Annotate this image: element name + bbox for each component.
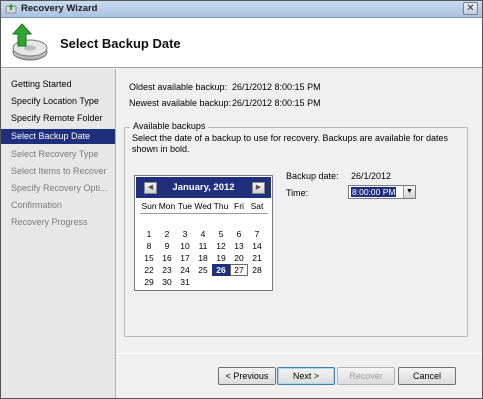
calendar-day[interactable]: 14 xyxy=(248,240,266,252)
backup-restore-icon xyxy=(11,23,48,61)
step-select-items-to-recover: Select Items to Recover xyxy=(11,166,107,176)
calendar-day-of-week: Sun xyxy=(141,201,157,211)
calendar-day[interactable]: 3 xyxy=(176,228,194,240)
calendar-day[interactable]: 11 xyxy=(194,240,212,252)
step-select-recovery-type: Select Recovery Type xyxy=(11,149,99,159)
chevron-down-icon[interactable]: ▼ xyxy=(403,186,415,198)
calendar-day[interactable]: 8 xyxy=(140,240,158,252)
previous-button[interactable]: < Previous xyxy=(218,367,276,385)
calendar-day[interactable]: 30 xyxy=(158,276,176,288)
calendar-day[interactable]: 23 xyxy=(158,264,176,276)
close-button[interactable]: ✕ xyxy=(463,2,478,15)
calendar-day[interactable]: 25 xyxy=(194,264,212,276)
newest-backup-value: 26/1/2012 8:00:15 PM xyxy=(232,98,321,108)
calendar-day[interactable]: 21 xyxy=(248,252,266,264)
oldest-backup-label: Oldest available backup: xyxy=(129,82,228,92)
calendar-day[interactable]: 27 xyxy=(230,264,248,276)
backup-date-value: 26/1/2012 xyxy=(351,171,392,181)
calendar-header: ◀ January, 2012 ▶ xyxy=(136,177,271,198)
calendar-day-selected[interactable]: 26 xyxy=(212,264,230,276)
recover-button: Recover xyxy=(337,367,395,385)
cancel-button[interactable]: Cancel xyxy=(398,367,456,385)
title-bar[interactable]: Recovery Wizard ✕ xyxy=(1,1,482,18)
calendar-month-title[interactable]: January, 2012 xyxy=(136,182,271,193)
calendar-day[interactable]: 6 xyxy=(230,228,248,240)
calendar-day[interactable]: 18 xyxy=(194,252,212,264)
step-select-backup-date[interactable]: Select Backup Date xyxy=(1,129,115,144)
oldest-backup-value: 26/1/2012 8:00:15 PM xyxy=(232,82,321,92)
close-icon: ✕ xyxy=(466,3,475,14)
backup-calendar[interactable]: ◀ January, 2012 ▶ Sun Mon Tue Wed Thu Fri Sat … xyxy=(134,175,273,291)
step-confirmation: Confirmation xyxy=(11,200,63,210)
step-specify-recovery-options: Specify Recovery Opti... xyxy=(11,183,108,193)
calendar-day-of-week: Sat xyxy=(250,201,264,211)
calendar-day[interactable]: 2 xyxy=(158,228,176,240)
calendar-day-of-week: Wed xyxy=(194,201,212,211)
calendar-day[interactable]: 22 xyxy=(140,264,158,276)
recovery-wizard-window: Recovery Wizard ✕ Select Backup Date Get… xyxy=(0,0,483,399)
calendar-day[interactable]: 1 xyxy=(140,228,158,240)
calendar-day[interactable]: 17 xyxy=(176,252,194,264)
calendar-day[interactable]: 15 xyxy=(140,252,158,264)
step-specify-location-type[interactable]: Specify Location Type xyxy=(1,94,115,109)
next-button[interactable]: Next > xyxy=(277,367,335,385)
available-backups-description: Select the date of a backup to use for r… xyxy=(132,133,449,154)
newest-backup-label: Newest available backup: xyxy=(129,98,232,108)
window-title: Recovery Wizard xyxy=(21,3,98,14)
footer-divider xyxy=(117,353,482,354)
time-label: Time: xyxy=(286,188,309,198)
calendar-day[interactable]: 10 xyxy=(176,240,194,252)
chevron-right-icon: ▶ xyxy=(255,184,262,191)
wizard-header: Select Backup Date xyxy=(1,18,482,68)
time-select[interactable]: 8:00:00 PM ▼ xyxy=(348,185,416,199)
time-select-value: 8:00:00 PM xyxy=(351,187,397,197)
calendar-day[interactable]: 9 xyxy=(158,240,176,252)
calendar-day[interactable]: 19 xyxy=(212,252,230,264)
calendar-next-month-button[interactable]: ▶ xyxy=(252,182,265,194)
calendar-day[interactable]: 5 xyxy=(212,228,230,240)
calendar-divider xyxy=(140,213,268,214)
step-specify-remote-folder[interactable]: Specify Remote Folder xyxy=(1,111,115,126)
available-backups-title: Available backups xyxy=(130,121,209,131)
calendar-day[interactable]: 4 xyxy=(194,228,212,240)
calendar-day[interactable]: 13 xyxy=(230,240,248,252)
calendar-day[interactable]: 31 xyxy=(176,276,194,288)
calendar-day[interactable]: 24 xyxy=(176,264,194,276)
calendar-day-of-week: Thu xyxy=(213,201,229,211)
calendar-day-of-week: Mon xyxy=(158,201,176,211)
wizard-app-icon xyxy=(5,4,17,14)
calendar-day[interactable]: 20 xyxy=(230,252,248,264)
step-recovery-progress: Recovery Progress xyxy=(11,217,88,227)
page-title: Select Backup Date xyxy=(60,36,181,51)
backup-date-label: Backup date: xyxy=(286,171,339,181)
calendar-day-of-week: Fri xyxy=(234,201,244,211)
calendar-day[interactable]: 16 xyxy=(158,252,176,264)
calendar-day-of-week: Tue xyxy=(177,201,193,211)
calendar-day[interactable]: 28 xyxy=(248,264,266,276)
calendar-day[interactable]: 12 xyxy=(212,240,230,252)
step-getting-started[interactable]: Getting Started xyxy=(1,77,115,92)
calendar-day[interactable]: 7 xyxy=(248,228,266,240)
calendar-day[interactable]: 29 xyxy=(140,276,158,288)
wizard-steps-sidebar: Getting Started Specify Location Type Sp… xyxy=(1,69,116,398)
